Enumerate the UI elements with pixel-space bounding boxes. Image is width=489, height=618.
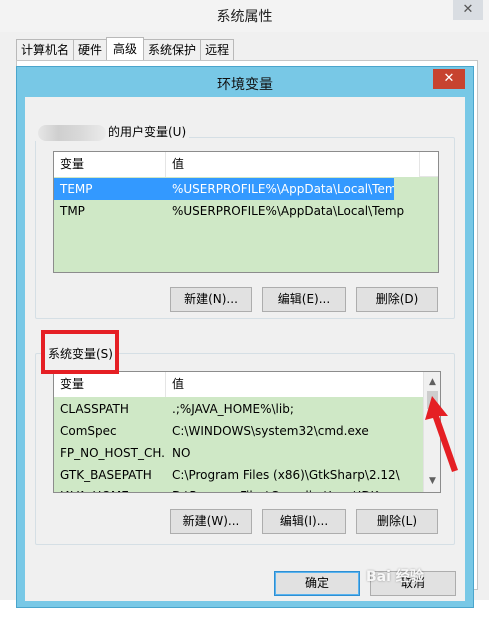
system-row-name: FP_NO_HOST_CH... bbox=[60, 446, 166, 460]
system-delete-button[interactable]: 删除(L) bbox=[356, 509, 438, 534]
system-row[interactable]: CLASSPATH .;%JAVA_HOME%\lib; bbox=[54, 398, 424, 420]
user-col-value[interactable]: 值 bbox=[166, 152, 420, 177]
dialog-title: 环境变量 bbox=[217, 77, 273, 93]
tab-advanced[interactable]: 高级 bbox=[106, 37, 145, 61]
user-row-name: TEMP bbox=[60, 182, 93, 196]
system-row[interactable]: JAVA_HOME D:\ProgramFiles\Complier\Java\… bbox=[54, 485, 424, 492]
system-properties-close-button[interactable]: ✕ bbox=[453, 0, 483, 20]
tab-remote[interactable]: 远程 bbox=[200, 39, 235, 61]
system-row-name: CLASSPATH bbox=[60, 402, 129, 416]
dialog-titlebar[interactable]: 环境变量 ✕ bbox=[17, 67, 473, 97]
system-properties-tabs: 计算机名 硬件 高级 系统保护 远程 bbox=[16, 37, 235, 61]
system-col-variable[interactable]: 变量 bbox=[54, 372, 166, 397]
system-col-value[interactable]: 值 bbox=[166, 372, 424, 397]
user-delete-button[interactable]: 删除(D) bbox=[356, 287, 438, 312]
system-row-value: D:\ProgramFiles\Complier\Java\JDK bbox=[166, 485, 424, 492]
user-variables-label: 的用户变量(U) bbox=[35, 123, 190, 141]
system-new-button[interactable]: 新建(W)... bbox=[170, 509, 252, 534]
system-list-header: 变量 值 bbox=[54, 372, 424, 397]
highlight-box bbox=[41, 330, 119, 374]
user-variables-list[interactable]: 变量 值 TEMP %USERPROFILE%\AppData\Local\Te… bbox=[53, 151, 439, 273]
system-row-name: JAVA_HOME bbox=[54, 485, 166, 492]
tab-computer-name[interactable]: 计算机名 bbox=[16, 39, 75, 61]
system-row-value: C:\WINDOWS\system32\cmd.exe bbox=[172, 424, 369, 438]
chevron-up-icon[interactable]: ▲ bbox=[424, 374, 440, 391]
user-row-name: TMP bbox=[60, 204, 85, 218]
tab-system-protection[interactable]: 系统保护 bbox=[143, 39, 202, 61]
user-variables-label-text: 的用户变量(U) bbox=[108, 125, 187, 139]
redacted-username bbox=[38, 124, 106, 141]
user-row-temp[interactable]: TEMP %USERPROFILE%\AppData\Local\Temp bbox=[54, 178, 394, 200]
system-row[interactable]: GTK_BASEPATH C:\Program Files (x86)\GtkS… bbox=[54, 464, 424, 486]
user-edit-button[interactable]: 编辑(E)... bbox=[262, 287, 346, 312]
dialog-close-button[interactable]: ✕ bbox=[433, 69, 465, 89]
user-row-value: %USERPROFILE%\AppData\Local\Temp bbox=[172, 204, 405, 218]
system-row-name: GTK_BASEPATH bbox=[60, 468, 152, 482]
user-list-header: 变量 值 bbox=[54, 152, 438, 177]
user-new-button[interactable]: 新建(N)... bbox=[170, 287, 252, 312]
ok-button[interactable]: 确定 bbox=[274, 571, 360, 596]
system-properties-titlebar: 系统属性 ✕ bbox=[0, 0, 489, 32]
system-row-value: .;%JAVA_HOME%\lib; bbox=[172, 402, 294, 416]
watermark: Bai 经验 bbox=[366, 569, 424, 585]
user-col-variable[interactable]: 变量 bbox=[54, 152, 166, 177]
system-properties-title: 系统属性 bbox=[216, 9, 273, 25]
tab-hardware[interactable]: 硬件 bbox=[73, 39, 108, 61]
system-row-value: C:\Program Files (x86)\GtkSharp\2.12\ bbox=[172, 468, 400, 482]
user-row-value: %USERPROFILE%\AppData\Local\Temp bbox=[172, 182, 394, 196]
system-row-value: NO bbox=[172, 446, 191, 460]
chevron-down-icon[interactable]: ▼ bbox=[424, 473, 440, 490]
system-variables-list[interactable]: 变量 值 CLASSPATH .;%JAVA_HOME%\lib; ComSpe… bbox=[53, 371, 441, 493]
system-edit-button[interactable]: 编辑(I)... bbox=[262, 509, 346, 534]
red-arrow-icon bbox=[425, 396, 458, 472]
system-row[interactable]: FP_NO_HOST_CH... NO bbox=[54, 442, 424, 464]
system-row[interactable]: ComSpec C:\WINDOWS\system32\cmd.exe bbox=[54, 420, 424, 442]
user-row-tmp[interactable]: TMP %USERPROFILE%\AppData\Local\Temp bbox=[54, 200, 438, 222]
system-row-name: ComSpec bbox=[60, 424, 117, 438]
